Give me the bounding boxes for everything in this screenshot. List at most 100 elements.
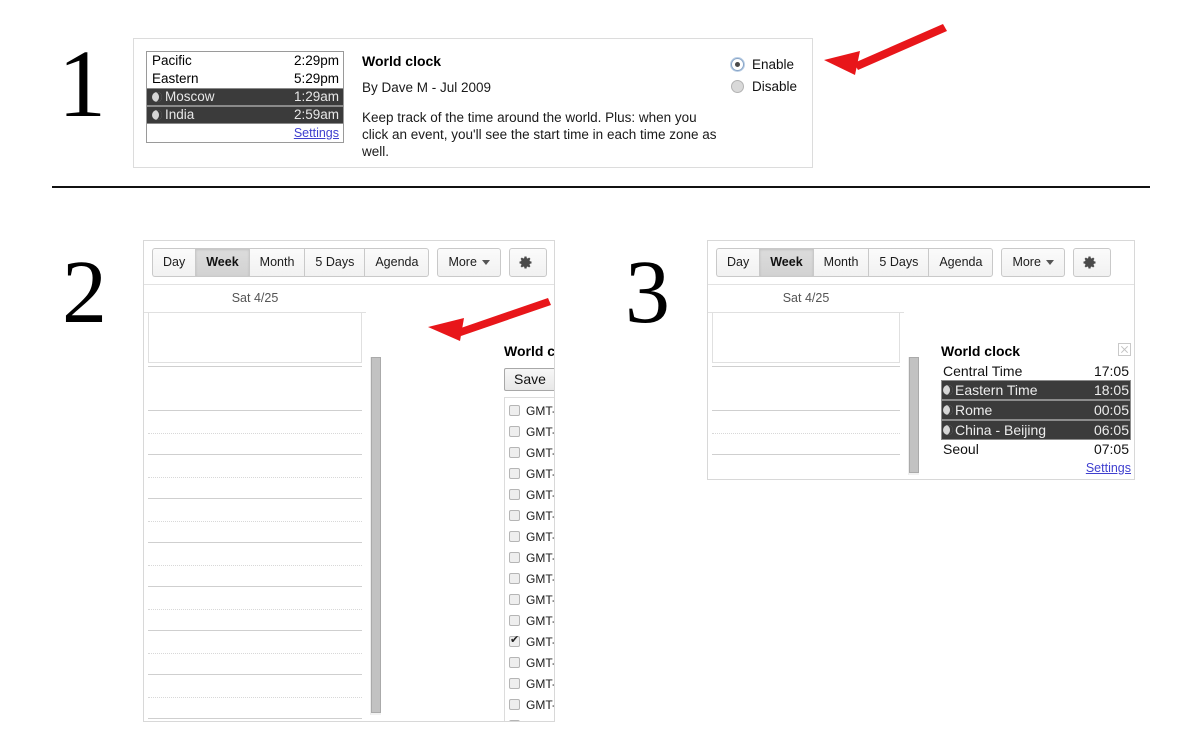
timezone-checkbox[interactable] bbox=[509, 489, 520, 500]
chevron-down-icon bbox=[481, 260, 490, 266]
hour-slot[interactable] bbox=[148, 367, 362, 411]
section-divider bbox=[52, 186, 1150, 188]
hour-slot[interactable] bbox=[148, 631, 362, 675]
view-button-group-2: Day Week Month 5 Days Agenda bbox=[152, 248, 430, 277]
timezone-list-item[interactable]: GMT-06 Regina bbox=[509, 695, 554, 716]
hour-slot[interactable] bbox=[148, 587, 362, 631]
hour-grid-3[interactable] bbox=[712, 366, 900, 455]
timezone-checkbox[interactable] bbox=[509, 552, 520, 563]
timezone-list-item[interactable]: GMT-07 Mountain Time bbox=[509, 548, 554, 569]
timezone-checkbox[interactable] bbox=[509, 468, 520, 479]
world-clock-gadget-edit: World clock Save Cancel GMT-11 MidwayGMT… bbox=[504, 343, 555, 721]
timezone-label: GMT-06 Mexico City bbox=[526, 677, 554, 691]
timezone-list-item[interactable]: GMT-06 Belize bbox=[509, 611, 554, 632]
screenshot-root: 1 2 3 Pacific 2:29pm Eastern 5:29pm Moscow 1:… bbox=[0, 0, 1200, 755]
view-button-week-3[interactable]: Week bbox=[759, 248, 813, 277]
timezone-list-item[interactable]: GMT-10 Hawaii Time bbox=[509, 422, 554, 443]
all-day-area-3[interactable] bbox=[712, 313, 900, 363]
timezone-checkbox[interactable] bbox=[509, 426, 520, 437]
hour-grid-2[interactable] bbox=[148, 366, 362, 719]
moon-icon bbox=[943, 405, 953, 415]
timezone-list-item[interactable]: GMT-09 Alaska Time bbox=[509, 485, 554, 506]
hour-slot[interactable] bbox=[712, 367, 900, 411]
view-button-agenda-2[interactable]: Agenda bbox=[364, 248, 430, 277]
settings-gear-button-2[interactable] bbox=[508, 248, 547, 277]
settings-gear-button-3[interactable] bbox=[1072, 248, 1111, 277]
more-label-3: More bbox=[1012, 255, 1041, 269]
calendar-scroll-thumb-3[interactable] bbox=[909, 357, 919, 473]
radio-disable-icon[interactable] bbox=[731, 79, 744, 93]
preview-zone-name: Pacific bbox=[152, 53, 192, 68]
view-button-5-days-3[interactable]: 5 Days bbox=[868, 248, 929, 277]
calendar-scrollbar-3[interactable] bbox=[908, 357, 919, 475]
timezone-checkbox[interactable] bbox=[509, 573, 520, 584]
hour-slot[interactable] bbox=[148, 411, 362, 455]
settings-link[interactable]: Settings bbox=[294, 126, 339, 140]
gadget-directory-entry: Pacific 2:29pm Eastern 5:29pm Moscow 1:29am In… bbox=[133, 38, 813, 168]
timezone-label: GMT-06 Central Time bbox=[526, 635, 554, 649]
timezone-list-item[interactable]: GMT-09:30 Marquesas bbox=[509, 464, 554, 485]
hour-slot[interactable] bbox=[148, 455, 362, 499]
radio-option-enable[interactable]: Enable bbox=[731, 53, 797, 75]
view-button-day-3[interactable]: Day bbox=[716, 248, 760, 277]
timezone-checkbox[interactable] bbox=[509, 510, 520, 521]
radio-enable-icon[interactable] bbox=[731, 57, 744, 71]
timezone-label: GMT-08 Tijuana bbox=[526, 530, 554, 544]
close-icon[interactable] bbox=[1118, 343, 1131, 356]
calendar-scrollbar-2[interactable] bbox=[370, 357, 381, 715]
timezone-checkbox[interactable] bbox=[509, 657, 520, 668]
timezone-checkbox[interactable] bbox=[509, 405, 520, 416]
more-button-2[interactable]: More bbox=[437, 248, 501, 277]
timezone-label: GMT-06 Winnipeg bbox=[526, 719, 554, 721]
timezone-label: GMT-06 Belize bbox=[526, 614, 554, 628]
radio-disable-label: Disable bbox=[752, 78, 798, 94]
timezone-checkbox[interactable] bbox=[509, 447, 520, 458]
timezone-checkbox[interactable] bbox=[509, 678, 520, 689]
view-button-5-days-2[interactable]: 5 Days bbox=[304, 248, 365, 277]
more-button-3[interactable]: More bbox=[1001, 248, 1065, 277]
preview-zone-time: 1:29am bbox=[293, 89, 339, 104]
view-button-day-2[interactable]: Day bbox=[152, 248, 196, 277]
world-clock-time: 07:05 bbox=[1093, 441, 1129, 457]
timezone-checkbox[interactable] bbox=[509, 594, 520, 605]
timezone-checkbox[interactable] bbox=[509, 699, 520, 710]
hour-slot[interactable] bbox=[148, 543, 362, 587]
timezone-list-item[interactable]: GMT-08 Tijuana bbox=[509, 527, 554, 548]
view-button-month-3[interactable]: Month bbox=[812, 248, 869, 277]
enable-disable-radio-group: Enable Disable bbox=[731, 53, 797, 97]
timezone-checkbox[interactable] bbox=[509, 634, 520, 647]
timezone-list-item[interactable]: GMT-07 Chihuahua, Mazatlan bbox=[509, 569, 554, 590]
timezone-list-item[interactable]: GMT-06 Mexico City bbox=[509, 674, 554, 695]
all-day-area-2[interactable] bbox=[148, 313, 362, 363]
view-button-agenda-3[interactable]: Agenda bbox=[928, 248, 994, 277]
view-button-week-2[interactable]: Week bbox=[195, 248, 249, 277]
timezone-list-item[interactable]: GMT-07 Arizona bbox=[509, 590, 554, 611]
calendar-scroll-thumb-2[interactable] bbox=[371, 357, 381, 713]
preview-zone-time: 2:59am bbox=[293, 107, 339, 122]
timezone-list-item[interactable]: GMT-06 Winnipeg bbox=[509, 716, 554, 721]
timezone-list-item[interactable]: GMT-11 Midway bbox=[509, 401, 554, 422]
timezone-checkbox[interactable] bbox=[509, 531, 520, 542]
hour-slot[interactable] bbox=[712, 411, 900, 455]
radio-option-disable[interactable]: Disable bbox=[731, 75, 797, 97]
world-clock-zone: Central Time bbox=[943, 363, 1023, 379]
settings-link-3[interactable]: Settings bbox=[1086, 461, 1131, 475]
timezone-list-item[interactable]: GMT-10 Tahiti bbox=[509, 443, 554, 464]
save-button[interactable]: Save bbox=[504, 368, 554, 391]
view-button-month-2[interactable]: Month bbox=[248, 248, 305, 277]
world-clock-row: Seoul 07:05 bbox=[941, 440, 1131, 458]
timezone-checkbox[interactable] bbox=[509, 615, 520, 626]
world-clock-zone: China - Beijing bbox=[955, 422, 1047, 438]
timezone-checkbox[interactable] bbox=[509, 720, 520, 721]
timezone-list-item[interactable]: GMT-06 Costa Rica bbox=[509, 653, 554, 674]
timezone-list[interactable]: GMT-11 Midway GMT-10 Hawaii Time GMT-10 Ta… bbox=[504, 397, 554, 721]
calendar-toolbar-3: Day Week Month 5 Days Agenda More bbox=[708, 241, 1134, 285]
step-number-2: 2 bbox=[62, 243, 107, 342]
timezone-label: GMT-07 Mountain Time bbox=[526, 551, 554, 565]
hour-slot[interactable] bbox=[148, 499, 362, 543]
gadget-description: Keep track of the time around the world.… bbox=[362, 110, 717, 159]
timezone-list-item[interactable]: GMT-06 Central Time bbox=[509, 632, 554, 653]
gadget-title-2: World clock bbox=[504, 343, 555, 359]
hour-slot[interactable] bbox=[148, 675, 362, 719]
timezone-list-item[interactable]: GMT-08 Pacific Time bbox=[509, 506, 554, 527]
